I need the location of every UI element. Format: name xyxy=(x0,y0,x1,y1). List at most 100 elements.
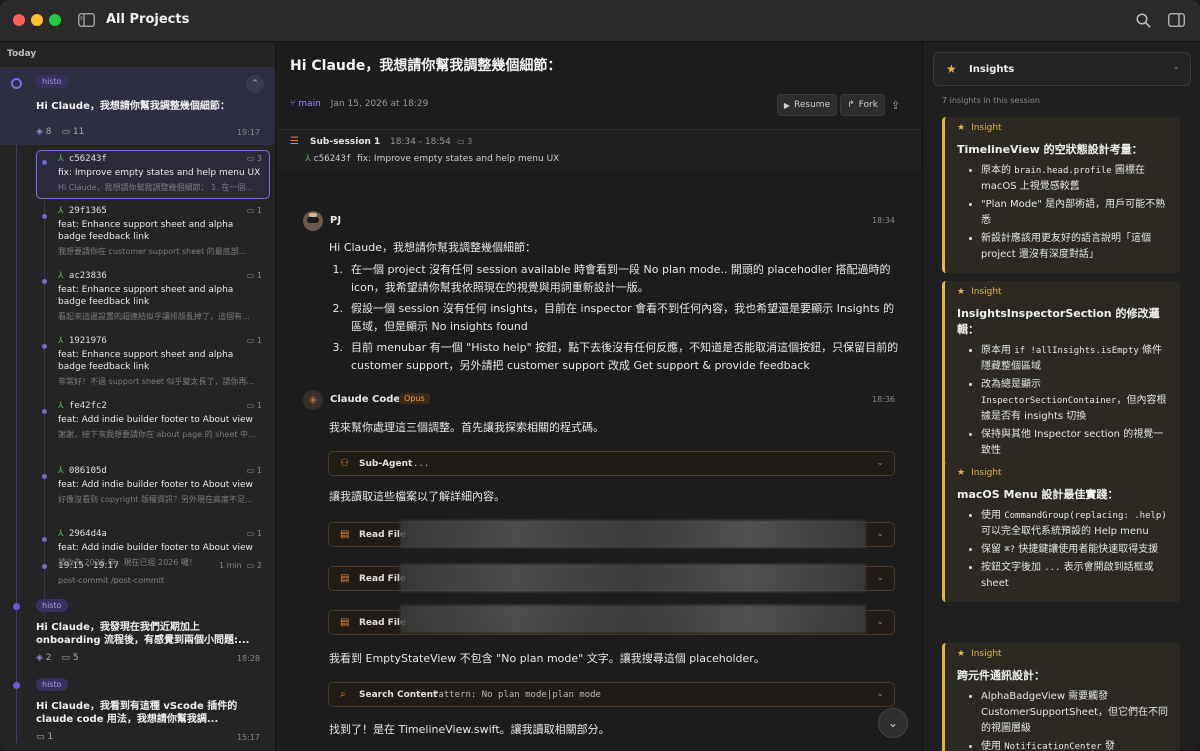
commit-hash: 29f1365 xyxy=(68,206,107,216)
bullet-text: 按鈕文字後加 xyxy=(981,562,1045,573)
bullet-code: InspectorSectionContainer xyxy=(981,396,1117,406)
app-window: All Projects Today histo ⌃ Hi Claude，我想請… xyxy=(0,0,1200,751)
insight-bullet: 改為總是顯示 InspectorSectionContainer，但內容根據是否… xyxy=(981,377,1170,425)
list-item: 3. 目前 menubar 有一個 "Histo help" 按鈕，點下去後沒有任… xyxy=(329,339,899,375)
session-stats: ◈ 8 ▭ 11 xyxy=(36,127,84,137)
session-item[interactable]: histo Hi Claude，我看到有這種 vScode 插件的 claude… xyxy=(0,672,275,751)
chevron-down-icon: ⌄ xyxy=(876,617,884,627)
user-name: PJ xyxy=(330,215,342,226)
chevron-down-icon: ⌄ xyxy=(876,689,884,699)
comments-icon: ▭ xyxy=(61,653,71,663)
session-title: Hi Claude，我發現在我們近期加上 onboarding 流程後，有感覺到… xyxy=(36,622,250,646)
commit-item[interactable]: ⅄ 1921976 ▭ 1 feat: Enhance support sheet … xyxy=(58,336,262,387)
commit-timeline-line xyxy=(44,163,45,633)
commit-message: fix: Improve empty states and help menu … xyxy=(357,154,560,164)
fork-button[interactable]: ↱ Fork xyxy=(840,94,885,116)
insight-label: Insight xyxy=(971,468,1002,478)
list-item: 2. 假設一個 session 沒有任何 insights，目前在 inspect… xyxy=(329,300,899,336)
session-time: 18:28 xyxy=(236,654,260,663)
insight-card: ★ Insight 跨元件通訊設計： AlphaBadgeView 需要觸發 Cust… xyxy=(942,643,1180,751)
commit-item[interactable]: ⅄ 086105d ▭ 1 feat: Add indie builder foot… xyxy=(58,466,262,505)
bullet-code: if !allInsights.isEmpty xyxy=(1014,346,1139,356)
star-icon: ★ xyxy=(957,649,966,659)
comments-stat: ▭ 5 xyxy=(62,653,79,663)
bullet-text: 使用 xyxy=(981,741,1005,751)
commit-hash: c56243f xyxy=(313,154,352,164)
search-icon: ⌕ xyxy=(340,689,346,700)
section-header-today: Today xyxy=(7,49,37,59)
commit-icon: ⅄ xyxy=(58,206,64,216)
commit-message: feat: Add indie builder footer to About … xyxy=(58,543,253,553)
page-title: Hi Claude，我想請你幫我調整幾個細節： xyxy=(290,58,562,74)
session-item-selected[interactable]: histo ⌃ Hi Claude，我想請你幫我調整幾個細節： ◈ 8 ▭ 11… xyxy=(0,67,275,145)
post-commit-item[interactable]: 19:15 - 19:17 1 min ▭ 2 post-commit /pos… xyxy=(58,561,262,585)
commit-icon: ⅄ xyxy=(58,401,64,411)
insights-header[interactable]: ★ Insights ⌄ xyxy=(933,52,1191,86)
count-value: 1 xyxy=(256,401,262,410)
commit-item[interactable]: ⅄ fe42fc2 ▭ 1 feat: Add indie builder foot… xyxy=(58,401,262,440)
post-commit-meta: 1 min ▭ 2 xyxy=(219,561,262,570)
collapse-chevron-icon[interactable]: ⌃ xyxy=(246,75,264,93)
users-icon: ⚇ xyxy=(340,458,349,469)
layers-stat: ◈ 2 xyxy=(36,653,52,663)
bullet-text: 快捷鍵讓使用者能快速取得支援 xyxy=(1015,544,1159,555)
insight-header: ★ Insight xyxy=(957,287,1170,297)
close-window-button[interactable] xyxy=(13,14,25,26)
list-text: 在一個 project 沒有任何 session available 時會看到一… xyxy=(351,263,891,294)
layers-count: 8 xyxy=(45,127,52,137)
insight-card: ★ Insight TimelineView 的空狀態設計考量： 原本的 brain.… xyxy=(942,117,1180,273)
file-icon: ▤ xyxy=(340,617,350,628)
chevron-down-icon: ⌄ xyxy=(1172,62,1180,72)
subsession-row[interactable]: ☰ Sub-session 1 18:34 - 18:54 ▭ 3 ⅄ c562… xyxy=(277,130,921,171)
count-value: 3 xyxy=(467,137,473,146)
insight-label: Insight xyxy=(971,287,1002,297)
session-node-dot xyxy=(11,78,22,89)
list-text: 假設一個 session 沒有任何 insights，目前在 inspector… xyxy=(351,302,895,333)
commit-hash: 1921976 xyxy=(68,336,107,346)
post-commit-dot xyxy=(42,564,47,569)
commit-hash: 086105d xyxy=(68,466,107,476)
subsession-count: ▭ 3 xyxy=(457,137,473,146)
insight-bullet: AlphaBadgeView 需要觸發 CustomerSupportSheet… xyxy=(981,689,1170,737)
fork-label: Fork xyxy=(858,100,878,110)
zoom-window-button[interactable] xyxy=(49,14,61,26)
window-title: All Projects xyxy=(106,12,190,27)
share-icon[interactable]: ⇪ xyxy=(891,99,900,112)
post-commit-label: post-commit /post-commit xyxy=(58,576,165,585)
subagent-card[interactable]: ⚇ Sub-Agent ... ⌄ xyxy=(328,451,895,476)
resume-button[interactable]: ▶ Resume xyxy=(777,94,837,116)
star-icon: ★ xyxy=(946,62,957,76)
file-icon: ▤ xyxy=(340,573,350,584)
claude-avatar-icon: ✳ xyxy=(303,390,323,410)
commit-comment-count: ▭ 1 xyxy=(246,466,262,475)
insight-bullet: 使用 CommandGroup(replacing: .help) 可以完全取代… xyxy=(981,508,1170,540)
commit-item[interactable]: ⅄ ac23836 ▭ 1 feat: Enhance support sheet … xyxy=(58,271,262,322)
minimize-window-button[interactable] xyxy=(31,14,43,26)
insight-bullets: 原本用 if !allInsights.isEmpty 條件隱藏整個區域改為總是… xyxy=(957,343,1170,459)
layers-count: 2 xyxy=(45,653,52,663)
commit-message: feat: Add indie builder footer to About … xyxy=(58,480,253,490)
model-badge: Opus xyxy=(399,393,430,404)
session-node-dot xyxy=(13,682,20,689)
comments-count: 5 xyxy=(72,653,79,663)
inspector-toggle-icon[interactable] xyxy=(1167,12,1185,28)
insight-bullets: AlphaBadgeView 需要觸發 CustomerSupportSheet… xyxy=(957,689,1170,751)
sidebar-toggle-icon[interactable] xyxy=(77,12,95,28)
search-content-card[interactable]: ⌕ Search Content Pattern: No plan mode|p… xyxy=(328,682,895,707)
user-message: Hi Claude，我想請你幫我調整幾個細節： 1. 在一個 project 沒有… xyxy=(329,239,899,375)
session-tag: histo xyxy=(36,75,68,88)
commit-preview: 謝謝，接下來我想要請你在 about page 的 sheet 中... xyxy=(58,430,256,439)
insight-label: Insight xyxy=(971,649,1002,659)
session-stats: ◈ 2 ▭ 5 xyxy=(36,653,79,663)
session-item[interactable]: histo Hi Claude，我發現在我們近期加上 onboarding 流程… xyxy=(0,593,275,671)
scroll-to-bottom-button[interactable]: ⌄ xyxy=(878,708,908,738)
bullet-text: AlphaBadgeView 需要觸發 CustomerSupportSheet… xyxy=(981,691,1169,734)
search-icon[interactable] xyxy=(1134,11,1152,29)
bullet-code: brain.head.profile xyxy=(1014,166,1112,176)
message-time: 18:34 xyxy=(871,216,895,225)
chevron-down-icon: ⌄ xyxy=(876,573,884,583)
bullet-text: 原本用 xyxy=(981,345,1015,356)
commit-item[interactable]: ⅄ 29f1365 ▭ 1 feat: Enhance support sheet … xyxy=(58,206,262,257)
insight-bullet: 原本用 if !allInsights.isEmpty 條件隱藏整個區域 xyxy=(981,343,1170,375)
redacted-path xyxy=(400,605,866,633)
